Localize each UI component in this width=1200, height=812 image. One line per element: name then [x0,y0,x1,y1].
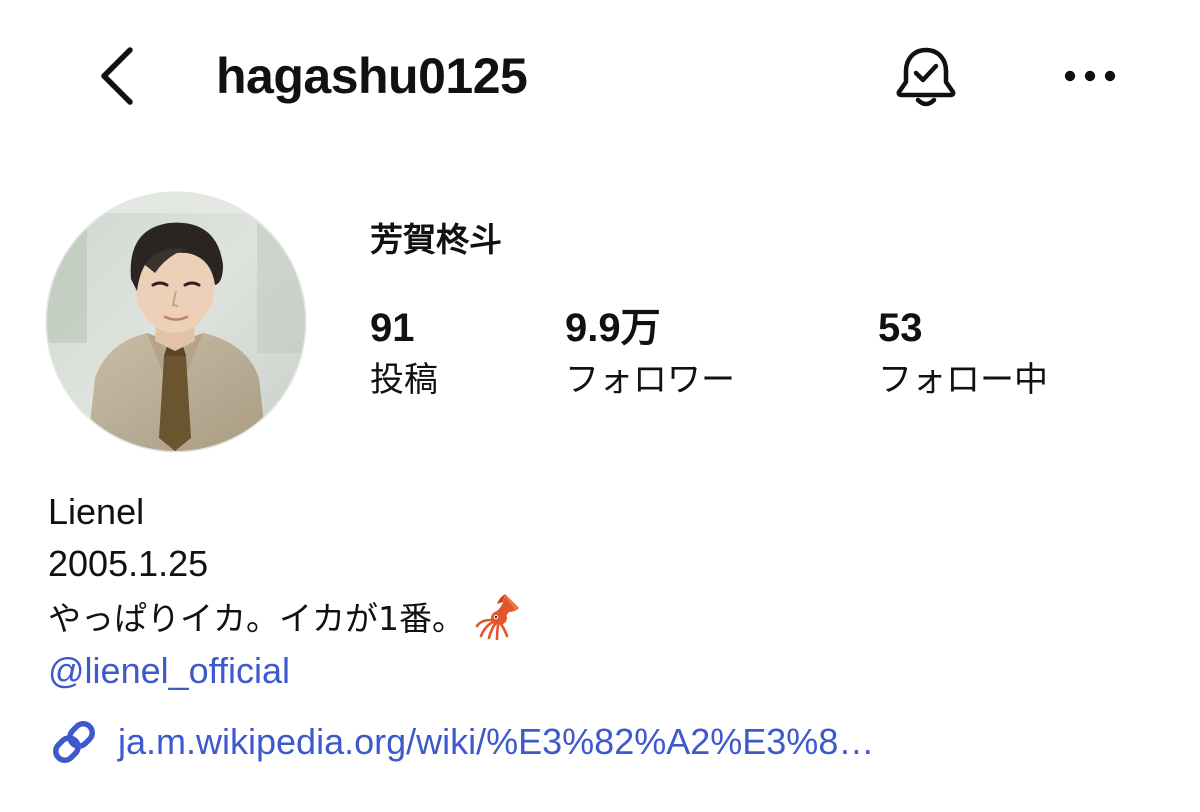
following-count: 53 [878,306,923,350]
ellipsis-icon [1064,70,1116,82]
profile-photo [47,193,305,451]
chevron-left-icon [101,47,133,105]
followers-label: フォロワー [565,360,735,400]
display-name: 芳賀柊斗 [370,220,502,259]
bio-line-3-text: やっぱりイカ。イカが1番。 [48,599,465,638]
bio-line-2: 2005.1.25 [48,543,209,584]
posts-label: 投稿 [370,360,438,400]
profile-header: hagashu0125 [0,0,1200,150]
more-options-button[interactable] [1054,50,1126,102]
bell-check-icon [896,47,956,107]
profile-link[interactable]: ja.m.wikipedia.org/wiki/%E3%82%A2%E3%8… [48,716,874,768]
profile-username: hagashu0125 [216,48,528,104]
stat-following[interactable]: 53 フォロー中 [878,302,1048,404]
bio-line-3: やっぱりイカ。イカが1番。 [48,590,1148,645]
stat-posts[interactable]: 91 投稿 [370,302,438,404]
following-label: フォロー中 [878,360,1048,400]
posts-count: 91 [370,306,415,350]
link-url: ja.m.wikipedia.org/wiki/%E3%82%A2%E3%8… [118,721,875,762]
profile-bio: Lienel 2005.1.25 やっぱりイカ。イカが1番。 @lienel_o… [48,486,1148,697]
stat-followers[interactable]: 9.9万 フォロワー [565,302,735,404]
mention-link[interactable]: @lienel_official [48,645,290,697]
profile-avatar[interactable] [47,193,305,451]
back-button[interactable] [88,40,144,112]
squid-emoji-icon [475,594,519,640]
notifications-button[interactable] [888,42,964,110]
link-icon [48,716,100,768]
followers-count: 9.9万 [565,306,661,350]
bio-line-1: Lienel [48,491,145,532]
